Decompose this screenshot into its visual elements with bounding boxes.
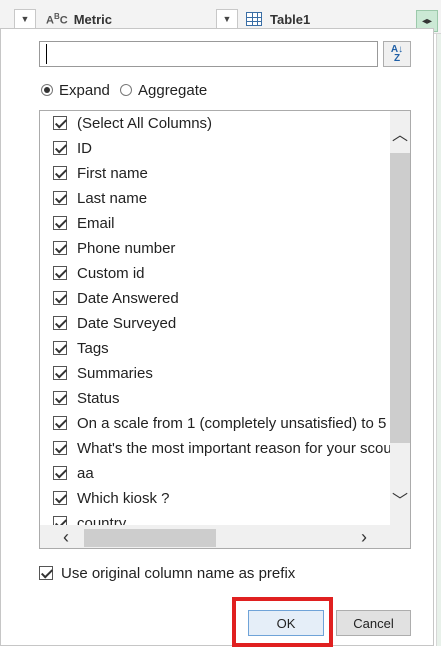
column-checkbox[interactable] xyxy=(53,166,67,180)
column-label: Which kiosk ? xyxy=(77,489,170,507)
column-checkbox[interactable] xyxy=(53,266,67,280)
aggregate-radio-label: Aggregate xyxy=(138,81,208,99)
scrollbar-corner xyxy=(390,525,410,548)
column-checkbox[interactable] xyxy=(53,441,67,455)
column-label: What's the most important reason for you… xyxy=(77,439,392,457)
column-checkbox[interactable] xyxy=(53,241,67,255)
column-checkbox[interactable] xyxy=(53,116,67,130)
scroll-up-icon[interactable]: ︿ xyxy=(390,121,410,145)
column-list: (Select All Columns) ID First name Last nam… xyxy=(39,110,411,549)
column-list-item[interactable]: On a scale from 1 (completely unsatisfie… xyxy=(53,412,386,434)
column-list-item[interactable]: Email xyxy=(53,212,115,234)
aggregate-radio-option[interactable]: Aggregate xyxy=(120,80,207,100)
table-icon xyxy=(246,12,262,26)
column-checkbox[interactable] xyxy=(53,141,67,155)
column-label: On a scale from 1 (completely unsatisfie… xyxy=(77,414,387,432)
column-label: Summaries xyxy=(77,364,153,382)
column-label: Custom id xyxy=(77,264,145,282)
column-checkbox[interactable] xyxy=(53,291,67,305)
sheet-edge xyxy=(436,34,441,646)
column-checkbox[interactable] xyxy=(53,191,67,205)
aggregate-radio-icon[interactable] xyxy=(120,84,132,96)
column-list-item[interactable]: Summaries xyxy=(53,362,153,384)
text-type-icon[interactable]: ABC xyxy=(46,12,68,27)
scroll-right-icon[interactable]: › xyxy=(354,527,374,548)
metric-dropdown-icon[interactable]: ▼ xyxy=(14,9,36,29)
column-list-item[interactable]: Status xyxy=(53,387,120,409)
column-list-item[interactable]: What's the most important reason for you… xyxy=(53,437,392,459)
column-list-item[interactable]: First name xyxy=(53,162,148,184)
horizontal-scroll-thumb[interactable] xyxy=(84,529,216,547)
expand-radio-option[interactable]: Expand xyxy=(41,80,110,100)
column-label: (Select All Columns) xyxy=(77,114,213,132)
expand-radio-icon[interactable] xyxy=(41,84,53,96)
use-prefix-checkbox[interactable] xyxy=(39,566,53,580)
metric-column-label: Metric xyxy=(73,11,112,27)
expand-radio-label: Expand xyxy=(59,81,110,99)
column-checkbox[interactable] xyxy=(53,466,67,480)
column-list-item[interactable]: (Select All Columns) xyxy=(53,112,212,134)
sort-az-button[interactable]: A↓ Z xyxy=(383,41,411,67)
use-prefix-label: Use original column name as prefix xyxy=(61,564,296,582)
scroll-down-icon[interactable]: ﹀ xyxy=(390,487,410,511)
column-label: Status xyxy=(77,389,120,407)
column-list-item[interactable]: Phone number xyxy=(53,237,175,259)
column-label: Phone number xyxy=(77,239,176,257)
column-list-item[interactable]: ID xyxy=(53,137,92,159)
table1-column-label: Table1 xyxy=(270,11,311,27)
column-label: Tags xyxy=(77,339,109,357)
column-label: Date Answered xyxy=(77,289,179,307)
column-checkbox[interactable] xyxy=(53,341,67,355)
column-list-item[interactable]: Which kiosk ? xyxy=(53,487,170,509)
column-list-item[interactable]: Date Surveyed xyxy=(53,312,176,334)
ok-highlight-box xyxy=(232,597,333,647)
column-label: Email xyxy=(77,214,115,232)
column-label: aa xyxy=(77,464,94,482)
column-checkbox[interactable] xyxy=(53,416,67,430)
use-prefix-option[interactable]: Use original column name as prefix xyxy=(39,563,295,583)
scroll-left-icon[interactable]: ‹ xyxy=(56,527,76,548)
column-label: ID xyxy=(77,139,92,157)
column-checkbox[interactable] xyxy=(53,366,67,380)
column-label: First name xyxy=(77,164,148,182)
column-search-input[interactable] xyxy=(39,41,378,67)
column-list-item[interactable]: Date Answered xyxy=(53,287,179,309)
column-checkbox[interactable] xyxy=(53,316,67,330)
expand-columns-popup: A↓ Z Expand Aggregate (Select All Columns… xyxy=(0,28,434,647)
column-label: Date Surveyed xyxy=(77,314,177,332)
column-list-item[interactable]: Last name xyxy=(53,187,147,209)
column-checkbox[interactable] xyxy=(53,491,67,505)
column-list-item[interactable]: Tags xyxy=(53,337,109,359)
text-cursor xyxy=(46,44,47,64)
cancel-button[interactable]: Cancel xyxy=(336,610,411,636)
column-checkbox[interactable] xyxy=(53,216,67,230)
vertical-scroll-thumb[interactable] xyxy=(390,153,410,443)
column-list-item[interactable]: Custom id xyxy=(53,262,145,284)
column-list-item[interactable]: aa xyxy=(53,462,94,484)
column-label: Last name xyxy=(77,189,148,207)
table1-dropdown-icon[interactable]: ▼ xyxy=(216,9,238,29)
column-checkbox[interactable] xyxy=(53,391,67,405)
